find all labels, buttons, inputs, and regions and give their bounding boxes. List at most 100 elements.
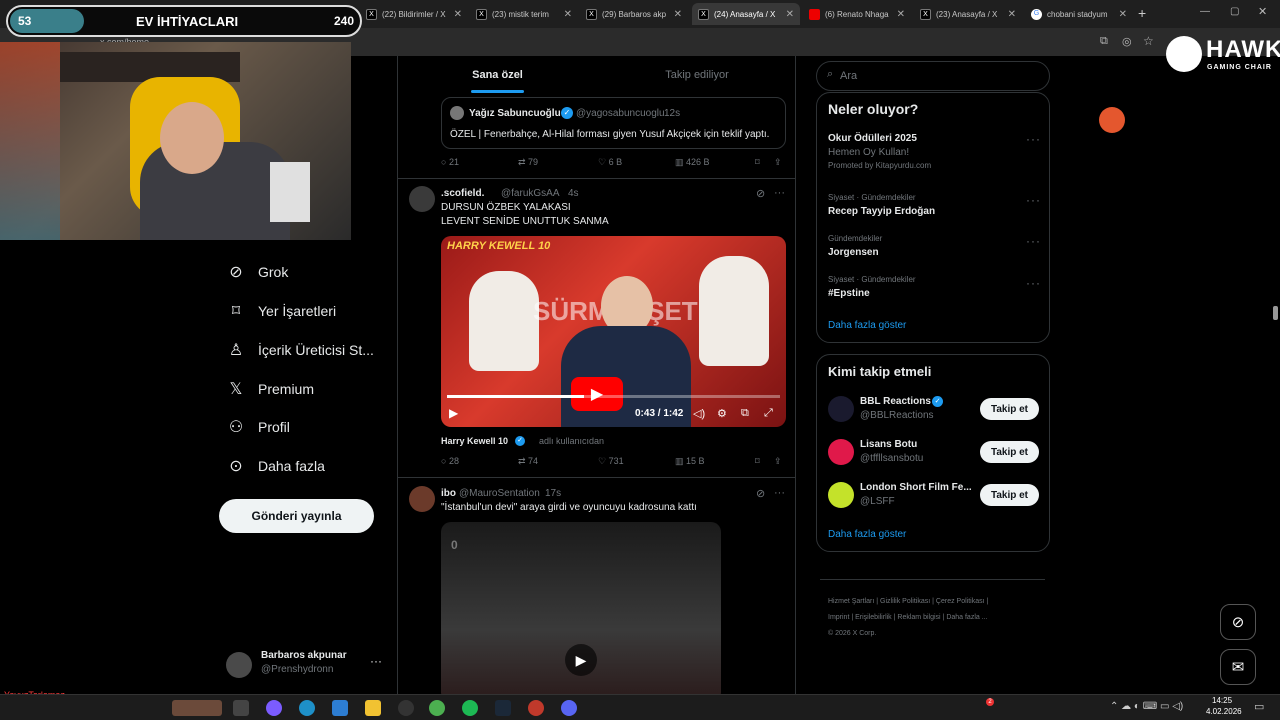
bookmark-star-icon[interactable]: ☆: [1143, 34, 1154, 48]
fullscreen-icon[interactable]: ⤢: [764, 407, 773, 420]
nav-item-bookmarks[interactable]: ⌑ Yer İşaretleri: [226, 301, 336, 321]
footer-link[interactable]: Çerez Politikası: [936, 598, 985, 605]
video-progress-track[interactable]: [447, 395, 780, 398]
follow-button[interactable]: Takip et: [980, 441, 1039, 463]
more-options-icon[interactable]: ···: [1026, 234, 1041, 248]
show-more-follow-link[interactable]: Daha fazla göster: [828, 529, 906, 540]
nav-item-premium[interactable]: 𝕏 Premium: [226, 379, 314, 399]
pip-icon[interactable]: ⧉: [741, 407, 749, 420]
close-tab-icon[interactable]: ✕: [564, 9, 572, 20]
video-player[interactable]: 0 ▶: [441, 522, 721, 694]
more-options-icon[interactable]: ···: [774, 487, 785, 499]
bookmark-icon[interactable]: ⌑: [755, 157, 760, 168]
avatar[interactable]: [828, 396, 854, 422]
volume-icon[interactable]: ◁): [693, 407, 705, 420]
play-icon[interactable]: ▶: [449, 406, 458, 420]
browser-tab[interactable]: X (23) mistik terim ✕: [470, 3, 578, 25]
install-app-icon[interactable]: ⧉: [1100, 35, 1108, 48]
suggested-name[interactable]: Lisans Botu: [860, 439, 917, 450]
video-source-name[interactable]: Harry Kewell 10: [441, 436, 508, 446]
grok-icon[interactable]: ⊘: [756, 487, 765, 500]
browser-tab[interactable]: Gchobani stadyum ✕: [1025, 3, 1133, 25]
tab-following[interactable]: Takip ediliyor: [597, 56, 795, 94]
scrollbar-thumb[interactable]: [1273, 306, 1278, 320]
footer-link[interactable]: Gizlilik Politikası: [880, 598, 930, 605]
follow-button[interactable]: Takip et: [980, 398, 1039, 420]
more-options-icon[interactable]: ···: [1026, 193, 1041, 207]
discord-icon[interactable]: [561, 700, 577, 716]
system-tray-icons[interactable]: ⌃ ☁ ◐ ⌨ ▭ ◁): [1110, 701, 1183, 712]
nav-item-profile[interactable]: ⚇ Profil: [226, 417, 290, 437]
xbox-icon[interactable]: [398, 700, 414, 716]
task-view-icon[interactable]: [233, 700, 249, 716]
reply-button[interactable]: ○ 28: [441, 456, 459, 466]
views-button[interactable]: ▥ 426 B: [675, 157, 710, 168]
reply-button[interactable]: ○ 21: [441, 157, 459, 167]
minimize-icon[interactable]: —: [1200, 6, 1210, 17]
close-tab-icon[interactable]: ✕: [454, 9, 462, 20]
browser-tab[interactable]: X (24) Anasayfa / X ✕: [692, 3, 800, 25]
views-button[interactable]: ▥ 15 B: [675, 456, 705, 467]
like-button[interactable]: ♡ 731: [598, 456, 624, 467]
quoted-post[interactable]: Yağız Sabuncuoğlu ✓ @yagosabuncuoglu 12s…: [441, 97, 786, 149]
post-button[interactable]: Gönderi yayınla: [219, 499, 374, 533]
close-tab-icon[interactable]: ✕: [674, 9, 682, 20]
video-player[interactable]: HARRY KEWELL 10 SÜRMANŞET ▶ ▶ 0:43 / 1:4…: [441, 236, 786, 427]
nav-item-grok[interactable]: ⊘ Grok: [226, 262, 288, 282]
store-icon[interactable]: [332, 700, 348, 716]
author-name[interactable]: ibo: [441, 488, 456, 499]
author-name[interactable]: .scofield.: [441, 188, 484, 199]
file-explorer-icon[interactable]: [365, 700, 381, 716]
trend-item[interactable]: Gündemdekiler Jorgensen: [828, 234, 882, 258]
notifications-icon[interactable]: ▭: [1254, 700, 1264, 713]
grok-icon[interactable]: ⊘: [1220, 604, 1256, 640]
avatar[interactable]: [828, 439, 854, 465]
footer-link[interactable]: Hizmet Şartları: [828, 598, 874, 605]
bookmark-icon[interactable]: ⌑: [755, 456, 760, 467]
suggested-name[interactable]: BBL Reactions: [860, 396, 931, 407]
obs-icon[interactable]: [528, 700, 544, 716]
repost-button[interactable]: ⇄ 79: [518, 157, 538, 168]
account-switcher[interactable]: Barbaros akpunar @Prenshydronn ···: [226, 650, 394, 680]
avatar[interactable]: [409, 486, 435, 512]
more-options-icon[interactable]: ···: [1026, 276, 1041, 290]
share-icon[interactable]: ⇪: [774, 456, 782, 467]
close-tab-icon[interactable]: ✕: [1008, 9, 1016, 20]
close-window-icon[interactable]: ✕: [1258, 5, 1267, 18]
promoted-trend[interactable]: Okur Ödülleri 2025 Hemen Oy Kullan! Prom…: [828, 133, 931, 170]
copilot-icon[interactable]: [266, 700, 282, 716]
repost-button[interactable]: ⇄ 74: [518, 456, 538, 467]
browser-tab[interactable]: X (22) Bildirimler / X ✕: [360, 3, 468, 25]
more-options-icon[interactable]: ···: [774, 187, 785, 199]
nav-item-creator-studio[interactable]: ♙ İçerik Üreticisi St...: [226, 340, 374, 360]
close-tab-icon[interactable]: ✕: [897, 9, 905, 20]
clock-date[interactable]: 4.02.2026: [1206, 707, 1242, 716]
trend-item[interactable]: Siyaset · Gündemdekiler #Epstine: [828, 275, 916, 299]
footer-link[interactable]: Reklam bilgisi: [897, 614, 940, 621]
more-options-icon[interactable]: ···: [370, 654, 382, 668]
browser-tab[interactable]: X (23) Anasayfa / X ✕: [914, 3, 1022, 25]
settings-icon[interactable]: ⚙: [717, 407, 727, 420]
footer-link[interactable]: Imprint: [828, 614, 849, 621]
close-tab-icon[interactable]: ✕: [1119, 9, 1127, 20]
spotify-icon[interactable]: [462, 700, 478, 716]
clock-time[interactable]: 14:25: [1212, 696, 1232, 705]
play-icon[interactable]: ▶: [565, 644, 597, 676]
avatar[interactable]: [409, 186, 435, 212]
steam-icon[interactable]: [495, 700, 511, 716]
messages-icon[interactable]: ✉: [1220, 649, 1256, 685]
maximize-icon[interactable]: ▢: [1230, 6, 1239, 17]
footer-link[interactable]: Erişilebilirlik: [855, 614, 892, 621]
youtube-play-icon[interactable]: ▶: [571, 377, 623, 411]
tab-for-you[interactable]: Sana özel: [398, 56, 597, 94]
nav-item-more[interactable]: ⊙ Daha fazla: [226, 456, 325, 476]
show-more-trends-link[interactable]: Daha fazla göster: [828, 320, 906, 331]
close-tab-icon[interactable]: ✕: [786, 9, 794, 20]
footer-link[interactable]: Daha fazla ...: [946, 614, 987, 621]
share-icon[interactable]: ⇪: [774, 157, 782, 168]
search-box[interactable]: ⌕ Ara: [816, 61, 1050, 91]
eye-off-icon[interactable]: ◎: [1122, 35, 1132, 48]
browser-tab[interactable]: (6) Renato Nhaga ✕: [803, 3, 911, 25]
avatar[interactable]: [828, 482, 854, 508]
weather-widget-icon[interactable]: [172, 700, 222, 716]
